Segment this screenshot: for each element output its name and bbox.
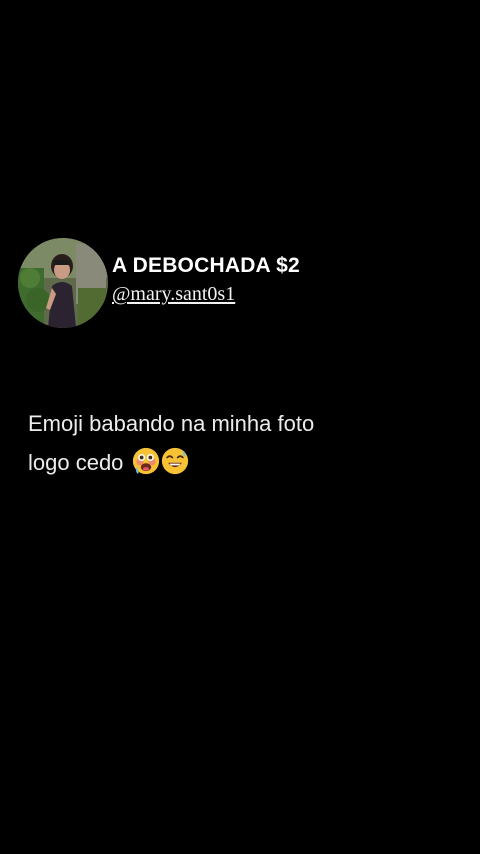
sweat-smile-face-emoji-icon [161,447,188,475]
screen: A DEBOCHADA $2 @mary.sant0s1 Emoji baban… [0,0,480,854]
post-line-2: logo cedo [28,443,448,482]
display-name: A DEBOCHADA $2 [112,254,300,277]
profile-names: A DEBOCHADA $2 @mary.sant0s1 [112,253,300,307]
avatar-photo [18,238,108,328]
username-handle[interactable]: @mary.sant0s1 [112,281,300,307]
drooling-flushed-face-emoji-icon [132,447,159,475]
post-line-1: Emoji babando na minha foto [28,411,315,436]
post-line-2-text: logo cedo [28,450,124,475]
avatar[interactable] [18,238,108,328]
profile-header: A DEBOCHADA $2 @mary.sant0s1 [18,238,300,328]
post-text: Emoji babando na minha foto logo cedo [28,404,448,482]
